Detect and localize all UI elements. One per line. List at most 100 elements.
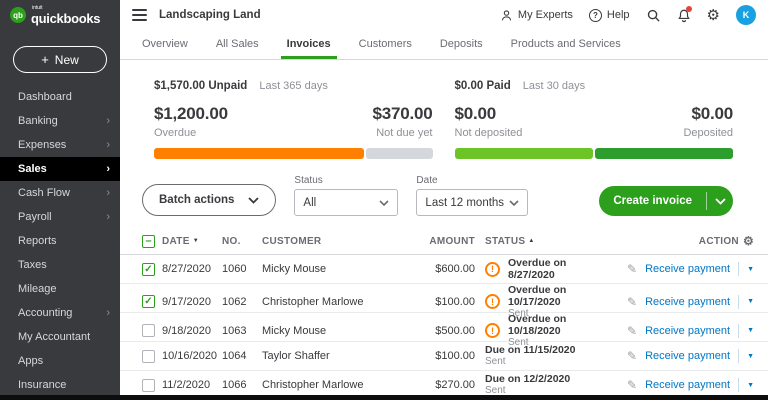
receive-payment-link[interactable]: Receive payment xyxy=(645,296,730,308)
column-header-action: ACTION⚙ xyxy=(604,234,754,248)
action-divider xyxy=(738,262,739,276)
table-row[interactable]: ✓ 9/17/2020 1062 Christopher Marlowe $10… xyxy=(120,284,768,313)
action-dropdown-icon[interactable]: ▼ xyxy=(747,327,754,334)
my-experts-button[interactable]: My Experts xyxy=(500,9,573,22)
cell-date: 11/2/2020 xyxy=(162,379,222,391)
help-icon: ? xyxy=(589,9,602,22)
sidebar-item-label: My Accountant xyxy=(18,331,90,343)
cell-action: ✎ Receive payment ▼ xyxy=(604,378,754,392)
deposited-bar-segment[interactable] xyxy=(595,148,733,159)
action-dropdown-icon[interactable]: ▼ xyxy=(747,298,754,305)
sidebar-item-my-accountant[interactable]: My Accountant xyxy=(0,325,120,349)
table-row[interactable]: 10/16/2020 1064 Taylor Shaffer $100.00 D… xyxy=(120,342,768,371)
sidebar-item-banking[interactable]: Banking› xyxy=(0,109,120,133)
table-settings-gear-icon[interactable]: ⚙ xyxy=(743,234,754,248)
cell-customer: Taylor Shaffer xyxy=(262,350,407,362)
unpaid-total: $1,570.00 Unpaid xyxy=(154,80,247,92)
top-bar: Landscaping Land My Experts ? Help ⚙ K xyxy=(120,0,768,30)
not-due-bar-segment[interactable] xyxy=(366,148,432,159)
row-checkbox[interactable] xyxy=(142,324,155,337)
action-dropdown-icon[interactable]: ▼ xyxy=(747,266,754,273)
tab-deposits[interactable]: Deposits xyxy=(440,38,483,59)
sidebar-item-reports[interactable]: Reports xyxy=(0,229,120,253)
date-filter-select[interactable]: Last 12 months xyxy=(416,189,528,216)
paid-panel: $0.00 Paid Last 30 days $0.00 Not deposi… xyxy=(455,80,734,159)
cell-customer: Micky Mouse xyxy=(262,325,407,337)
column-header-amount[interactable]: AMOUNT xyxy=(407,236,475,247)
sidebar-item-label: Payroll xyxy=(18,211,52,223)
receive-payment-link[interactable]: Receive payment xyxy=(645,263,730,275)
create-invoice-button[interactable]: Create invoice xyxy=(599,186,733,216)
sidebar-item-payroll[interactable]: Payroll › xyxy=(0,205,120,229)
table-row[interactable]: 9/18/2020 1063 Micky Mouse $500.00 ! Ove… xyxy=(120,313,768,342)
sidebar-item-insurance[interactable]: Insurance xyxy=(0,373,120,397)
action-divider xyxy=(738,378,739,392)
sidebar-item-label: Insurance xyxy=(18,379,66,391)
cell-date: 9/18/2020 xyxy=(162,325,222,337)
action-dropdown-icon[interactable]: ▼ xyxy=(747,353,754,360)
sidebar-item-expenses[interactable]: Expenses› xyxy=(0,133,120,157)
batch-actions-button[interactable]: Batch actions xyxy=(142,184,276,216)
receive-payment-link[interactable]: Receive payment xyxy=(645,325,730,337)
row-checkbox[interactable] xyxy=(142,350,155,363)
tab-all-sales[interactable]: All Sales xyxy=(216,38,259,59)
notification-dot xyxy=(686,6,692,12)
tab-invoices[interactable]: Invoices xyxy=(287,38,331,59)
edit-pencil-icon[interactable]: ✎ xyxy=(627,349,637,363)
edit-pencil-icon[interactable]: ✎ xyxy=(627,262,637,276)
status-filter-select[interactable]: All xyxy=(294,189,398,216)
cell-amount: $100.00 xyxy=(407,296,475,308)
sidebar-item-mileage[interactable]: Mileage xyxy=(0,277,120,301)
chevron-right-icon: › xyxy=(106,211,110,223)
sidebar-item-accounting[interactable]: Accounting› xyxy=(0,301,120,325)
sidebar-item-label: Banking xyxy=(18,115,58,127)
sidebar-item-dashboard[interactable]: Dashboard xyxy=(0,85,120,109)
cell-action: ✎ Receive payment ▼ xyxy=(604,324,754,338)
tab-customers[interactable]: Customers xyxy=(359,38,412,59)
settings-gear-icon[interactable]: ⚙ xyxy=(707,8,720,23)
notifications-bell-icon[interactable] xyxy=(677,8,691,23)
sidebar-item-apps[interactable]: Apps xyxy=(0,349,120,373)
new-button[interactable]: + New xyxy=(13,46,107,73)
sidebar-item-label: Dashboard xyxy=(18,91,72,103)
receive-payment-link[interactable]: Receive payment xyxy=(645,350,730,362)
not-due-label: Not due yet xyxy=(372,127,432,139)
cell-no: 1060 xyxy=(222,263,262,275)
row-checkbox[interactable]: ✓ xyxy=(142,263,155,276)
sidebar-item-cash-flow[interactable]: Cash Flow› xyxy=(0,181,120,205)
not-deposited-bar-segment[interactable] xyxy=(455,148,593,159)
row-checkbox[interactable] xyxy=(142,379,155,392)
receive-payment-link[interactable]: Receive payment xyxy=(645,379,730,391)
chevron-down-icon[interactable] xyxy=(707,186,733,216)
search-icon[interactable] xyxy=(646,8,661,23)
date-filter-label: Date xyxy=(416,175,528,186)
column-header-status[interactable]: STATUS▲ xyxy=(475,236,604,247)
action-divider xyxy=(738,295,739,309)
column-header-no[interactable]: NO. xyxy=(222,236,262,247)
select-all-checkbox[interactable]: – xyxy=(142,235,155,248)
table-row[interactable]: ✓ 8/27/2020 1060 Micky Mouse $600.00 ! O… xyxy=(120,255,768,284)
cell-date: 8/27/2020 xyxy=(162,263,222,275)
hamburger-menu-icon[interactable] xyxy=(132,9,147,21)
cell-date: 9/17/2020 xyxy=(162,296,222,308)
quickbooks-logo[interactable]: qb intuit quickbooks xyxy=(0,0,120,30)
sidebar-item-sales[interactable]: Sales› xyxy=(0,157,120,181)
action-dropdown-icon[interactable]: ▼ xyxy=(747,382,754,389)
avatar[interactable]: K xyxy=(736,5,756,25)
help-button[interactable]: ? Help xyxy=(589,9,630,22)
edit-pencil-icon[interactable]: ✎ xyxy=(627,378,637,392)
overdue-bar-segment[interactable] xyxy=(154,148,364,159)
tab-products-and-services[interactable]: Products and Services xyxy=(511,38,621,59)
cell-status: Due on 11/15/2020Sent xyxy=(475,344,604,368)
batch-actions-label: Batch actions xyxy=(159,194,234,206)
edit-pencil-icon[interactable]: ✎ xyxy=(627,324,637,338)
column-header-date[interactable]: DATE▼ xyxy=(162,236,222,247)
unpaid-progress-bar[interactable] xyxy=(154,148,433,159)
edit-pencil-icon[interactable]: ✎ xyxy=(627,295,637,309)
new-button-label: New xyxy=(55,53,79,67)
column-header-customer[interactable]: CUSTOMER xyxy=(262,236,407,247)
paid-progress-bar[interactable] xyxy=(455,148,734,159)
tab-overview[interactable]: Overview xyxy=(142,38,188,59)
sidebar-item-taxes[interactable]: Taxes xyxy=(0,253,120,277)
row-checkbox[interactable]: ✓ xyxy=(142,295,155,308)
